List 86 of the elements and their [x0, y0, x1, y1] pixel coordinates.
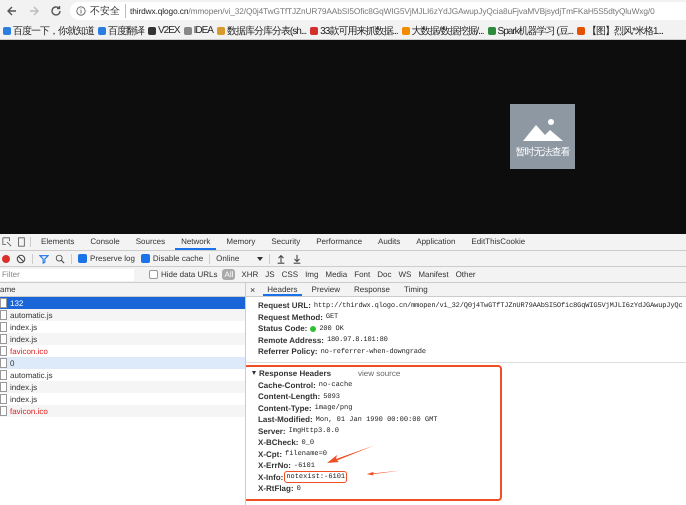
devtools-tab[interactable]: Audits — [372, 234, 406, 250]
url-text: thirdwx.qlogo.cn/mmopen/vi_32/Q0j4TwGTfTJZnUR79AAbSI5Ofic8GqWIG5VjMJLI6zYdJGAwupJyQcia8uFjvaMVBjsydjTmFKaH5S5dtyQluWxg/0 — [130, 6, 655, 16]
column-header: ame — [0, 283, 245, 297]
inspect-icon[interactable] — [2, 237, 12, 247]
section-title[interactable]: Response Headers — [259, 368, 332, 378]
type-filter[interactable]: JS — [264, 270, 276, 279]
header-name: X-ErrNo: — [258, 461, 291, 470]
header-name: Content-Length: — [258, 392, 320, 402]
header-name: Status Code: — [258, 324, 308, 334]
header-name: X-Cpt: — [258, 450, 282, 459]
request-row[interactable]: index.js — [0, 321, 245, 333]
checkbox-label: Hide data URLs — [161, 270, 218, 279]
checkbox-label: Disable cache — [152, 254, 204, 263]
reload-icon[interactable] — [50, 5, 62, 17]
detail-tab[interactable]: Response — [350, 283, 394, 296]
bookmark-item[interactable]: IDEA — [184, 25, 213, 36]
checkbox[interactable] — [78, 254, 87, 263]
type-filter[interactable]: Media — [324, 270, 348, 279]
devtools-tab[interactable]: Memory — [220, 234, 262, 250]
back-icon[interactable] — [6, 5, 18, 17]
bookmark-item[interactable]: 大数据/数据挖掘/... — [402, 24, 484, 38]
clear-icon[interactable] — [16, 254, 26, 264]
devtools-tab[interactable]: Console — [84, 234, 126, 250]
type-filter[interactable]: CSS — [280, 270, 300, 279]
checkbox[interactable] — [140, 254, 150, 263]
header-name: Last-Modified: — [258, 415, 313, 424]
type-filter[interactable]: Doc — [376, 270, 392, 279]
devtools-tab[interactable]: Security — [265, 234, 306, 250]
type-filter[interactable]: Manifest — [417, 270, 450, 279]
devtools-tab[interactable]: EditThisCookie — [465, 234, 532, 250]
filter-icon[interactable] — [39, 254, 49, 264]
header-name: Cache-Control: — [258, 380, 316, 390]
header-name: Referrer Policy: — [258, 347, 318, 356]
bookmark-item[interactable]: 33款可用来抓数据... — [310, 24, 398, 38]
bookmark-item[interactable]: 百度翻译 — [98, 24, 144, 38]
security-label: 不安全 — [90, 4, 126, 18]
devtools-tab[interactable]: Performance — [310, 234, 368, 250]
view-source-link[interactable]: view source — [358, 368, 400, 378]
request-row[interactable]: index.js — [0, 333, 245, 345]
request-row[interactable]: index.js — [0, 381, 245, 393]
bookmark-item[interactable]: V2EX — [148, 25, 180, 36]
search-icon[interactable] — [55, 254, 65, 264]
request-row[interactable]: automatic.js — [0, 369, 245, 381]
type-filter[interactable]: Font — [353, 270, 372, 279]
upload-icon[interactable] — [276, 254, 286, 264]
image-caption: 暂时无法查看 — [516, 146, 570, 158]
close-button[interactable]: × — [250, 284, 256, 294]
request-row[interactable]: 0 — [0, 357, 245, 369]
type-filter[interactable]: WS — [397, 270, 412, 279]
type-filter[interactable]: Img — [304, 270, 320, 279]
header-name: Request URL: — [258, 301, 311, 310]
download-icon[interactable] — [292, 254, 302, 264]
detail-tab[interactable]: Timing — [400, 283, 432, 296]
request-row[interactable]: index.js — [0, 393, 245, 405]
bookmark-item[interactable]: Spark机器学习 (豆... — [488, 24, 574, 38]
throttling-dropdown[interactable]: Online — [216, 254, 264, 263]
info-icon[interactable] — [76, 6, 86, 16]
checkbox[interactable] — [149, 270, 158, 279]
devtools-tab[interactable]: Application — [410, 234, 462, 250]
detail-tab[interactable]: Headers — [263, 283, 302, 296]
type-filter[interactable]: Other — [454, 270, 477, 279]
bookmark-item[interactable]: 数据库分库分表(sh... — [216, 24, 306, 38]
filter-field[interactable]: Filter — [0, 268, 134, 280]
annotation-arrow — [366, 468, 402, 476]
record-button[interactable] — [2, 254, 10, 262]
header-name: X-Info: — [258, 472, 284, 482]
request-row[interactable]: automatic.js — [0, 309, 245, 321]
devtools-tab[interactable]: Elements — [35, 234, 80, 250]
bookmark-item[interactable]: 百度一下，你就知道 — [3, 24, 94, 38]
device-icon[interactable] — [16, 237, 26, 247]
request-row[interactable]: 132 — [0, 297, 245, 309]
expand-triangle-icon[interactable] — [252, 371, 256, 375]
header-name: Remote Address: — [258, 336, 324, 345]
address-bar[interactable]: 不安全 thirdwx.qlogo.cn/mmopen/vi_32/Q0j4TwGTfTJZnUR79AAbSI5Ofic8GqWIG5VjMJLI6zYdJGAwupJyQcia8uFjvaMVBjsydjTmFKaH5S5dtyQluWxg/0 — [70, 2, 686, 20]
type-filter[interactable]: XHR — [240, 270, 260, 279]
detail-tab[interactable]: Preview — [308, 283, 344, 296]
header-name: Request Method: — [258, 312, 323, 322]
header-name: X-RtFlag: — [258, 484, 294, 494]
request-row[interactable]: favicon.ico — [0, 405, 245, 417]
bookmark-item[interactable]: 【图】烈风*米格1... — [577, 24, 663, 38]
request-row[interactable]: favicon.ico — [0, 345, 245, 357]
header-name: Content-Type: — [258, 404, 312, 413]
checkbox-label: Preserve log — [90, 254, 135, 263]
devtools-tab[interactable]: Sources — [130, 234, 172, 250]
header-name: Server: — [258, 426, 286, 436]
header-name: X-BCheck: — [258, 438, 298, 448]
